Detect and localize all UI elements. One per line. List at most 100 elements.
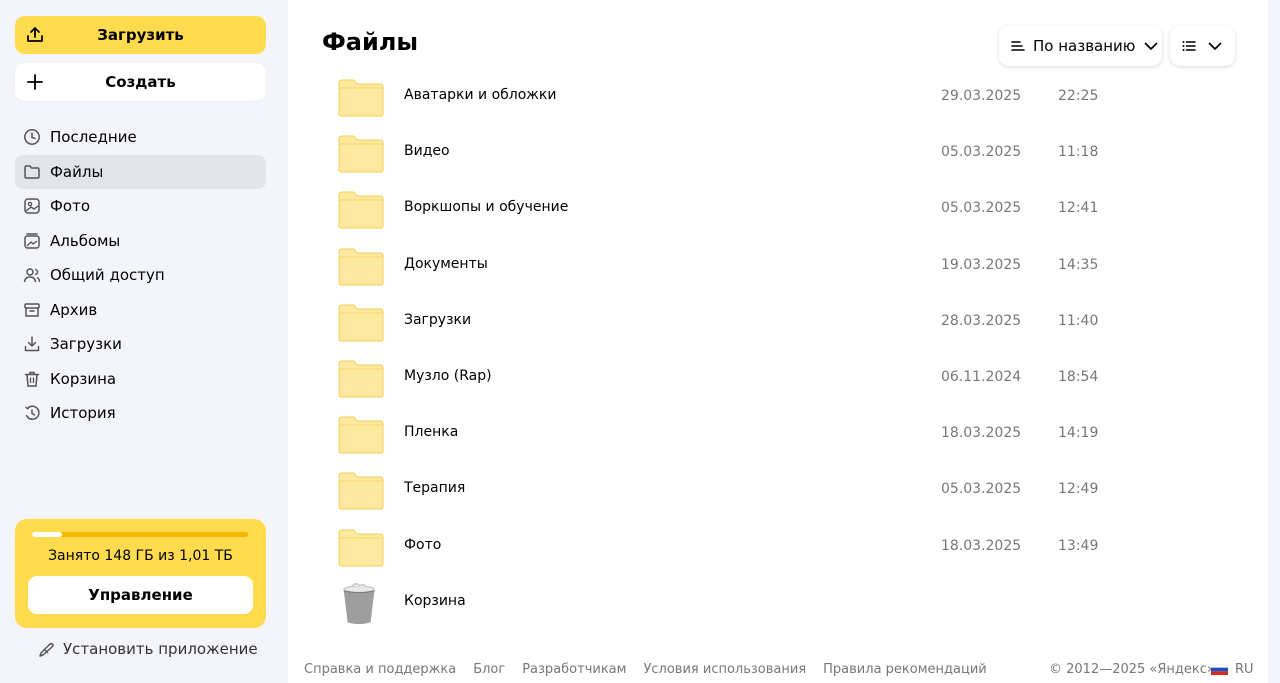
file-row[interactable]: Аватарки и обложки 29.03.2025 22:25	[288, 69, 1268, 125]
chevron-down-icon	[1145, 42, 1158, 50]
sidebar-item-trash[interactable]: Корзина	[15, 362, 266, 396]
file-time: 14:35	[1058, 256, 1099, 273]
sidebar-item-label: История	[50, 404, 116, 422]
file-row[interactable]: Загрузки 28.03.2025 11:40	[288, 294, 1268, 350]
file-list: Аватарки и обложки 29.03.2025 22:25 Видео 0…	[288, 69, 1268, 631]
file-name: Музло (Rap)	[404, 367, 492, 384]
folder-icon	[338, 135, 384, 173]
file-name: Аватарки и обложки	[404, 87, 557, 103]
chevron-down-icon	[1208, 42, 1222, 50]
file-time: 12:49	[1058, 481, 1099, 498]
manage-storage-button[interactable]: Управление	[28, 576, 253, 614]
sidebar-item-label: Файлы	[50, 162, 104, 181]
footer-link[interactable]: Правила рекомендаций	[823, 662, 987, 677]
sidebar: Загрузить Создать Последние Файлы Фото А…	[0, 0, 288, 683]
file-time: 11:18	[1058, 144, 1099, 161]
copyright: © 2012—2025 «Яндекс»	[1049, 662, 1215, 677]
install-app-link[interactable]: Установить приложение	[38, 640, 258, 658]
create-button[interactable]: Создать	[15, 63, 266, 101]
storage-usage-text: Занято 148 ГБ из 1,01 ТБ	[48, 548, 233, 564]
sidebar-item-label: Загрузки	[50, 335, 122, 353]
file-row[interactable]: Фото 18.03.2025 13:49	[288, 519, 1268, 575]
photo-icon	[24, 198, 40, 214]
file-date: 18.03.2025	[941, 425, 1022, 442]
file-date: 19.03.2025	[941, 256, 1022, 273]
main-panel: Файлы По названию Аватарки и обложки 29.0…	[288, 0, 1268, 683]
pen-icon	[39, 642, 54, 657]
file-time: 13:49	[1058, 537, 1099, 554]
sort-dropdown-label: По названию	[1033, 37, 1136, 55]
sidebar-item-label: Архив	[50, 300, 98, 319]
folder-icon	[338, 304, 384, 342]
plus-icon	[27, 74, 43, 90]
language-switcher[interactable]: RU	[1211, 662, 1254, 677]
file-date: 28.03.2025	[941, 312, 1022, 329]
file-name: Терапия	[404, 480, 466, 497]
file-row[interactable]: Терапия 05.03.2025 12:49	[288, 462, 1268, 518]
upload-button-label: Загрузить	[97, 26, 184, 44]
file-name: Воркшопы и обучение	[404, 199, 569, 216]
folder-icon	[338, 529, 384, 566]
footer-link[interactable]: Блог	[473, 662, 505, 677]
sidebar-item-label: Корзина	[50, 369, 117, 388]
file-time: 22:25	[1058, 88, 1099, 104]
users-icon	[23, 268, 41, 283]
sidebar-item-albums[interactable]: Альбомы	[15, 224, 266, 258]
upload-button[interactable]: Загрузить	[15, 16, 266, 54]
folder-icon	[338, 248, 384, 286]
sidebar-item-label: Фото	[50, 197, 91, 215]
file-name: Видео	[404, 143, 450, 160]
file-row[interactable]: Корзина	[288, 575, 1268, 631]
archive-icon	[24, 302, 40, 317]
file-row[interactable]: Пленка 18.03.2025 14:19	[288, 406, 1268, 462]
folder-icon	[338, 79, 384, 117]
sidebar-item-label: Последние	[50, 128, 137, 146]
file-row[interactable]: Музло (Rap) 06.11.2024 18:54	[288, 350, 1268, 406]
sidebar-item-label: Альбомы	[50, 231, 121, 250]
history-icon	[25, 405, 40, 420]
footer: Справка и поддержка Блог Разработчикам Усло…	[288, 662, 1268, 682]
file-date: 29.03.2025	[941, 88, 1022, 104]
file-date: 18.03.2025	[941, 537, 1022, 554]
sidebar-item-history[interactable]: История	[15, 396, 266, 430]
page-scroll-edge	[1268, 0, 1280, 683]
folder-icon	[338, 191, 384, 229]
folder-icon	[24, 164, 40, 179]
file-time: 11:40	[1058, 312, 1099, 329]
sidebar-item-files[interactable]: Файлы	[15, 154, 266, 189]
file-row[interactable]: Документы 19.03.2025 14:35	[288, 238, 1268, 294]
file-name: Пленка	[404, 424, 459, 441]
file-date: 05.03.2025	[941, 144, 1022, 161]
footer-link[interactable]: Справка и поддержка	[304, 662, 456, 677]
file-time: 18:54	[1058, 368, 1099, 385]
sort-lines-icon	[1011, 41, 1025, 51]
folder-icon	[338, 416, 384, 454]
sidebar-item-recent[interactable]: Последние	[15, 120, 266, 154]
storage-progress-bar	[32, 532, 248, 537]
folder-icon	[338, 360, 384, 398]
sidebar-item-archive[interactable]: Архив	[15, 293, 266, 327]
footer-link[interactable]: Условия использования	[643, 662, 806, 677]
sidebar-item-label: Общий доступ	[50, 266, 165, 284]
sidebar-nav: Последние Файлы Фото Альбомы Общий досту…	[15, 120, 266, 431]
sidebar-item-downloads[interactable]: Загрузки	[15, 327, 266, 361]
create-button-label: Создать	[105, 73, 176, 91]
footer-links: Справка и поддержка Блог Разработчикам Усло…	[304, 662, 1004, 677]
view-mode-dropdown[interactable]	[1170, 26, 1235, 66]
page-title: Файлы	[322, 28, 419, 56]
language-label: RU	[1235, 662, 1254, 677]
install-app-label: Установить приложение	[63, 640, 258, 658]
file-time: 14:19	[1058, 425, 1099, 442]
sidebar-item-photo[interactable]: Фото	[15, 189, 266, 223]
file-row[interactable]: Воркшопы и обучение 05.03.2025 12:41	[288, 181, 1268, 237]
trash-icon	[24, 371, 40, 387]
footer-link[interactable]: Разработчикам	[522, 662, 626, 677]
russian-flag-icon	[1211, 664, 1228, 675]
file-name: Корзина	[404, 592, 466, 609]
file-name: Документы	[404, 255, 488, 272]
folder-icon	[338, 472, 384, 510]
file-row[interactable]: Видео 05.03.2025 11:18	[288, 125, 1268, 181]
sort-dropdown[interactable]: По названию	[999, 26, 1162, 66]
clock-icon	[24, 129, 40, 145]
sidebar-item-shared[interactable]: Общий доступ	[15, 258, 266, 292]
